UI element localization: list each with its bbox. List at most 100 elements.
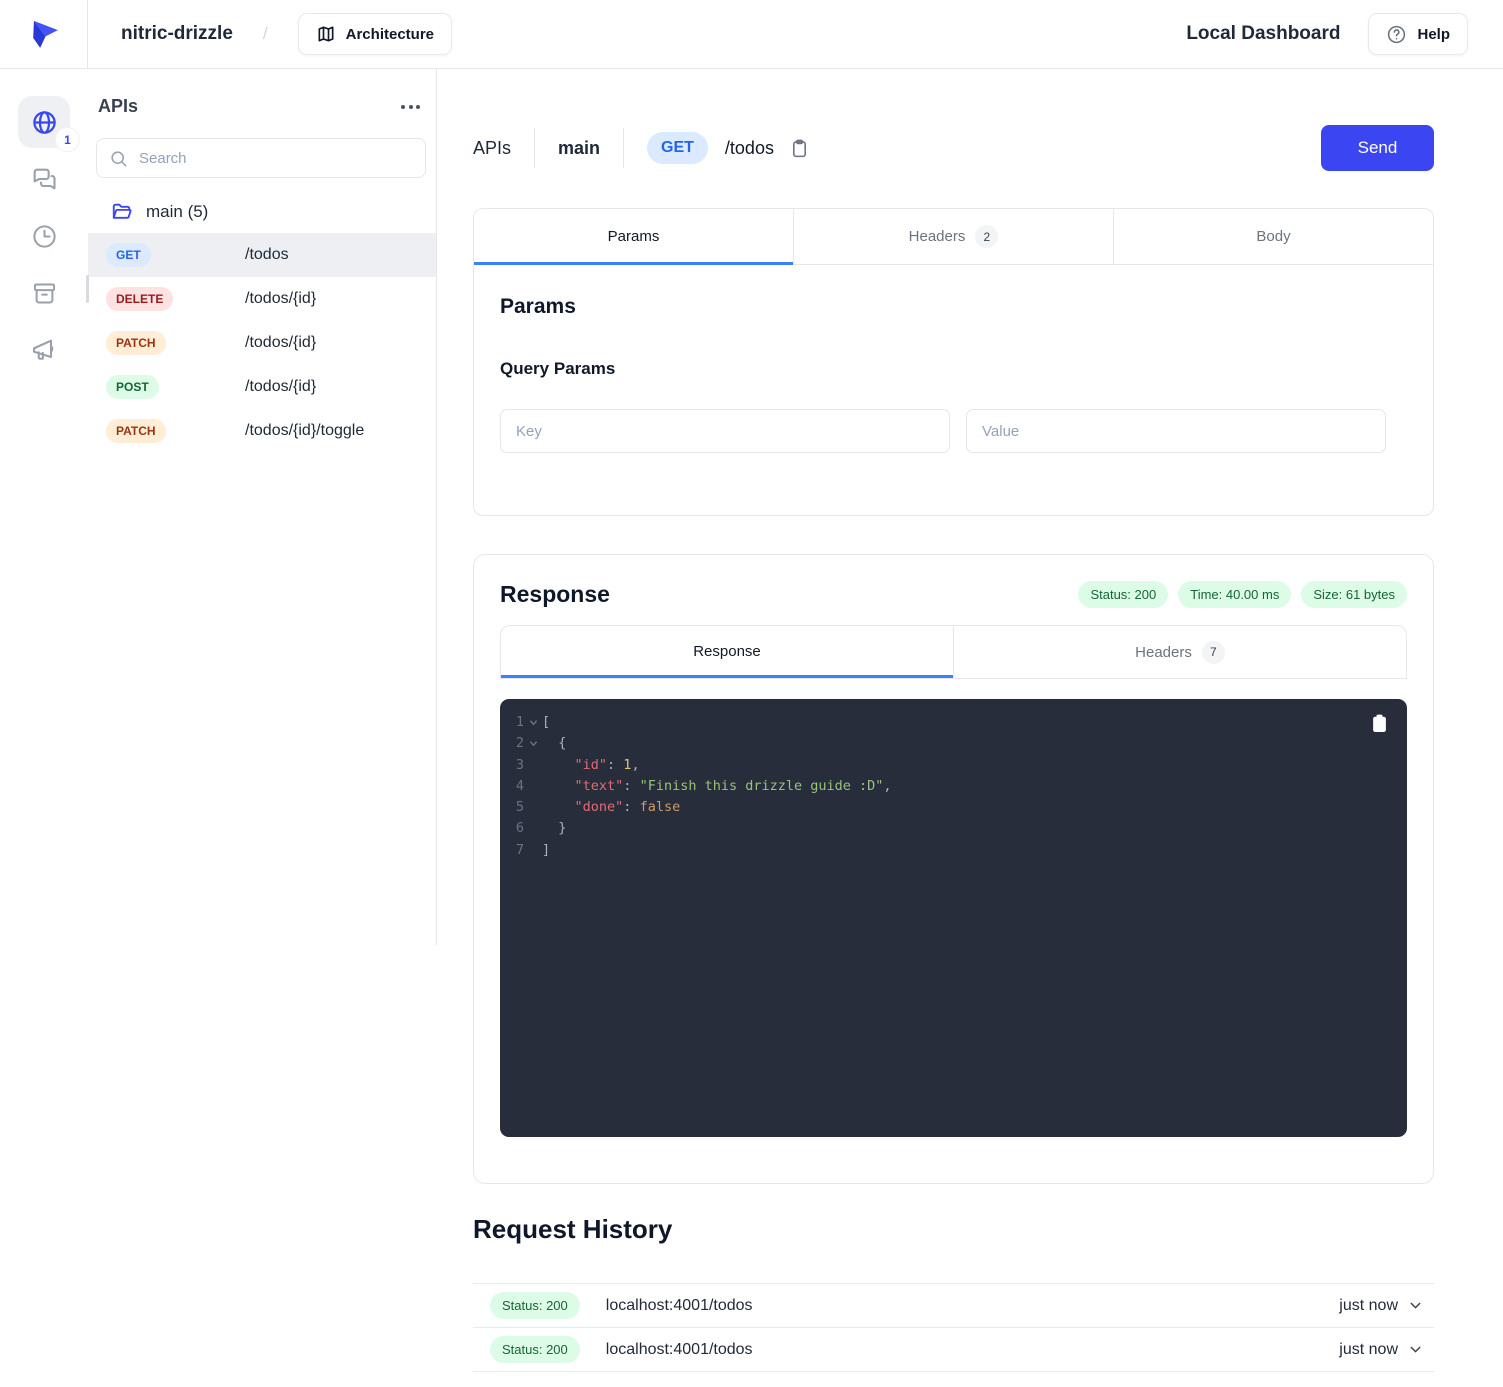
chat-icon — [30, 165, 58, 193]
request-tabs: Params Headers 2 Body — [474, 209, 1433, 265]
response-tabs: Response Headers 7 — [500, 625, 1407, 679]
tab-response-headers[interactable]: Headers 7 — [953, 626, 1406, 678]
code-line: 6 } — [500, 818, 1407, 839]
request-history: Request History Status: 200 localhost:40… — [473, 1214, 1434, 1372]
headers-count-badge: 2 — [975, 225, 998, 248]
clipboard-icon — [789, 138, 810, 159]
method-badge: DELETE — [106, 287, 173, 311]
map-icon — [316, 24, 336, 44]
nav-events-button[interactable] — [18, 330, 70, 370]
code-text: "id": 1, — [542, 755, 640, 776]
folder-label: main (5) — [146, 202, 208, 222]
response-header: Response Status: 200 Time: 40.00 ms Size… — [500, 581, 1407, 608]
code-line: 1 [ — [500, 712, 1407, 733]
search-box — [96, 138, 426, 178]
endpoint-path: /todos/{id} — [245, 378, 316, 396]
scrollbar-thumb[interactable] — [86, 275, 89, 303]
breadcrumb-apis: APIs — [473, 138, 511, 159]
params-title: Params — [500, 295, 1407, 319]
nav-apis-button[interactable]: 1 — [18, 96, 70, 148]
tab-response[interactable]: Response — [501, 626, 953, 678]
endpoint-row-delete-todo[interactable]: DELETE /todos/{id} — [88, 277, 436, 321]
endpoint-row-patch-toggle[interactable]: PATCH /todos/{id}/toggle — [88, 409, 436, 453]
tab-params[interactable]: Params — [474, 209, 793, 265]
code-text: { — [542, 733, 566, 754]
icon-rail: 1 — [0, 69, 88, 1387]
line-number: 5 — [500, 797, 524, 818]
sidebar-header: APIs — [96, 96, 426, 117]
divider — [534, 128, 535, 168]
endpoint-row-patch-todo[interactable]: PATCH /todos/{id} — [88, 321, 436, 365]
ellipsis-menu-button[interactable] — [395, 99, 426, 115]
help-label: Help — [1417, 26, 1450, 43]
header-main: nitric-drizzle / Architecture Local Dash… — [88, 0, 1503, 68]
architecture-button[interactable]: Architecture — [298, 13, 452, 55]
sidebar-apis: APIs main (5) GET — [88, 69, 437, 945]
response-title: Response — [500, 581, 610, 608]
tab-body[interactable]: Body — [1113, 209, 1433, 265]
sidebar-title: APIs — [98, 96, 138, 117]
time-badge: Time: 40.00 ms — [1178, 581, 1291, 608]
endpoint-list: GET /todos DELETE /todos/{id} PATCH /tod… — [88, 233, 436, 453]
copy-path-button[interactable] — [787, 136, 812, 161]
code-line: 7 ] — [500, 840, 1407, 861]
top-bar: nitric-drizzle / Architecture Local Dash… — [0, 0, 1503, 69]
code-line: 2 { — [500, 733, 1407, 754]
code-line: 4 "text": "Finish this drizzle guide :D"… — [500, 776, 1407, 797]
endpoint-path: /todos/{id} — [245, 334, 316, 352]
help-button[interactable]: Help — [1368, 13, 1468, 55]
history-url: localhost:4001/todos — [606, 1341, 753, 1359]
status-badge: Status: 200 — [490, 1292, 580, 1319]
main-content: APIs main GET /todos Send Params — [437, 69, 1503, 1387]
param-key-input[interactable] — [500, 409, 950, 453]
param-value-input[interactable] — [966, 409, 1386, 453]
method-badge: GET — [106, 243, 151, 267]
clock-icon — [31, 223, 58, 250]
search-input[interactable] — [137, 149, 413, 168]
nav-topics-button[interactable] — [18, 159, 70, 199]
line-number: 3 — [500, 755, 524, 776]
globe-icon — [31, 109, 58, 136]
code-text: "done": false — [542, 797, 680, 818]
response-card: Response Status: 200 Time: 40.00 ms Size… — [473, 554, 1434, 1184]
search-icon — [109, 149, 128, 168]
params-panel: Params Query Params — [474, 265, 1433, 515]
code-text: ] — [542, 840, 550, 861]
send-button[interactable]: Send — [1321, 125, 1434, 171]
chevron-down-icon[interactable] — [1407, 1297, 1424, 1314]
endpoint-path: /todos/{id} — [245, 290, 316, 308]
fold-chevron-icon[interactable] — [524, 712, 542, 733]
query-params-title: Query Params — [500, 359, 1407, 379]
history-row[interactable]: Status: 200 localhost:4001/todos just no… — [473, 1327, 1434, 1371]
endpoint-row-post-todo[interactable]: POST /todos/{id} — [88, 365, 436, 409]
query-param-row — [500, 409, 1407, 453]
code-text: "text": "Finish this drizzle guide :D", — [542, 776, 892, 797]
endpoint-path: /todos/{id}/toggle — [245, 422, 364, 440]
method-pill: GET — [647, 132, 708, 164]
tab-headers[interactable]: Headers 2 — [793, 209, 1113, 265]
archive-icon — [31, 280, 58, 307]
endpoint-path: /todos — [245, 246, 289, 264]
code-text: } — [542, 818, 566, 839]
request-bar: APIs main GET /todos Send — [473, 125, 1434, 171]
architecture-label: Architecture — [346, 26, 434, 43]
response-body-editor: 1 [ 2 { 3 "id": 1, — [500, 699, 1407, 1137]
method-badge: PATCH — [106, 331, 166, 355]
history-row[interactable]: Status: 200 localhost:4001/todos just no… — [473, 1283, 1434, 1327]
nav-storage-button[interactable] — [18, 273, 70, 313]
nav-schedules-button[interactable] — [18, 216, 70, 256]
copy-response-button[interactable] — [1371, 714, 1388, 733]
code-text: [ — [542, 712, 550, 733]
divider — [623, 128, 624, 168]
nitric-logo-icon — [27, 17, 61, 51]
code-line: 5 "done": false — [500, 797, 1407, 818]
method-badge: POST — [106, 375, 159, 399]
api-group-folder[interactable]: main (5) — [96, 195, 426, 229]
history-url: localhost:4001/todos — [606, 1297, 753, 1315]
response-headers-count-badge: 7 — [1202, 641, 1225, 664]
chevron-down-icon[interactable] — [1407, 1341, 1424, 1358]
fold-chevron-icon[interactable] — [524, 733, 542, 754]
api-count-badge: 1 — [55, 127, 80, 152]
endpoint-row-get-todos[interactable]: GET /todos — [88, 233, 436, 277]
request-card: Params Headers 2 Body Params Query Param… — [473, 208, 1434, 516]
